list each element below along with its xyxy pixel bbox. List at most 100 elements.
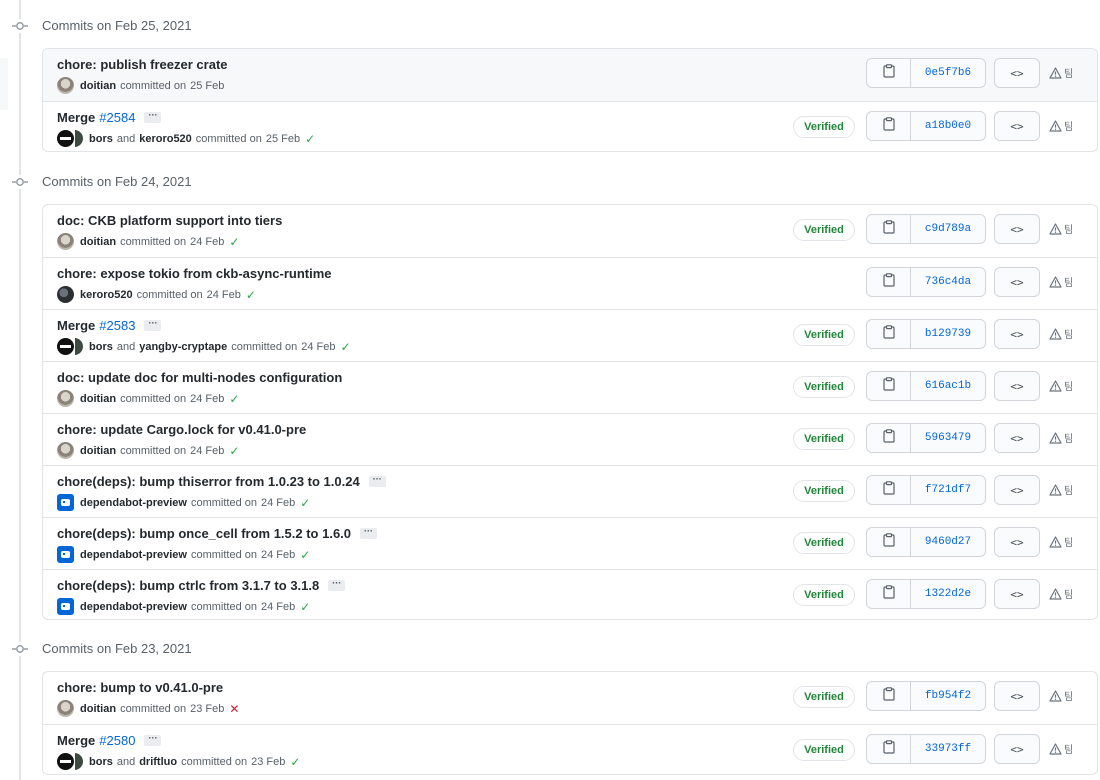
row-tools[interactable]: 팀 [1049,378,1073,393]
row-tools[interactable]: 팀 [1049,482,1073,497]
browse-repo-button[interactable]: <> [994,527,1040,557]
commit-sha-link[interactable]: 0e5f7b6 [911,59,985,87]
expand-message-button[interactable]: ··· [144,734,162,746]
check-icon[interactable]: ✓ [229,444,239,458]
copy-sha-button[interactable] [867,476,911,504]
row-tools[interactable]: 팀 [1049,118,1073,133]
commit-message-link[interactable]: chore(deps): bump ctrlc from 3.1.7 to 3.… [57,578,319,593]
row-tools[interactable]: 팀 [1049,221,1073,236]
author-link[interactable]: bors [89,341,113,353]
browse-repo-button[interactable]: <> [994,475,1040,505]
commit-sha-link[interactable]: 736c4da [911,268,985,296]
verified-badge[interactable]: Verified [793,532,855,554]
commit-message-link[interactable]: chore(deps): bump thiserror from 1.0.23 … [57,474,360,489]
row-tools[interactable]: 팀 [1049,430,1073,445]
check-icon[interactable]: ✓ [290,755,300,769]
author-link[interactable]: dependabot-preview [80,601,187,613]
check-icon[interactable]: ✓ [300,496,310,510]
author-link[interactable]: bors [89,133,113,145]
copy-sha-button[interactable] [867,112,911,140]
browse-repo-button[interactable]: <> [994,423,1040,453]
commit-message-link[interactable]: Merge [57,110,95,125]
verified-badge[interactable]: Verified [793,376,855,398]
commit-sha-link[interactable]: f721df7 [911,476,985,504]
commit-sha-link[interactable]: c9d789a [911,215,985,243]
author-link[interactable]: dependabot-preview [80,549,187,561]
commit-sha-link[interactable]: 33973ff [911,735,985,763]
commit-sha-link[interactable]: 616ac1b [911,372,985,400]
browse-repo-button[interactable]: <> [994,681,1040,711]
commit-sha-link[interactable]: 1322d2e [911,580,985,608]
verified-badge[interactable]: Verified [793,116,855,138]
commit-message-link[interactable]: chore: expose tokio from ckb-async-runti… [57,266,332,281]
copy-sha-button[interactable] [867,580,911,608]
author-link[interactable]: keroro520 [139,133,192,145]
commit-message-link[interactable]: doc: CKB platform support into tiers [57,213,282,228]
author-link[interactable]: doitian [80,393,116,405]
expand-message-button[interactable]: ··· [328,579,346,591]
check-icon[interactable]: ✓ [229,235,239,249]
commit-message-link[interactable]: chore: update Cargo.lock for v0.41.0-pre [57,422,306,437]
author-link[interactable]: dependabot-preview [80,497,187,509]
check-icon[interactable]: ✓ [341,340,351,354]
check-icon[interactable]: ✓ [300,600,310,614]
expand-message-button[interactable]: ··· [144,319,162,331]
browse-repo-button[interactable]: <> [994,319,1040,349]
copy-sha-button[interactable] [867,268,911,296]
commit-sha-link[interactable]: 9460d27 [911,528,985,556]
pull-request-link[interactable]: #2584 [99,110,135,125]
row-tools[interactable]: 팀 [1049,534,1073,549]
copy-sha-button[interactable] [867,320,911,348]
copy-sha-button[interactable] [867,424,911,452]
browse-repo-button[interactable]: <> [994,371,1040,401]
browse-repo-button[interactable]: <> [994,579,1040,609]
commit-message-link[interactable]: chore: publish freezer crate [57,57,228,72]
copy-sha-button[interactable] [867,59,911,87]
author-link[interactable]: driftluo [139,756,177,768]
copy-sha-button[interactable] [867,528,911,556]
copy-sha-button[interactable] [867,215,911,243]
check-icon[interactable]: ✓ [305,132,315,146]
check-icon[interactable]: ✓ [246,288,256,302]
author-link[interactable]: doitian [80,703,116,715]
commit-sha-link[interactable]: a18b0e0 [911,112,985,140]
row-tools[interactable]: 팀 [1049,326,1073,341]
pull-request-link[interactable]: #2580 [99,733,135,748]
x-icon[interactable]: ✕ [229,702,239,716]
author-link[interactable]: keroro520 [80,289,133,301]
author-link[interactable]: doitian [80,80,116,92]
verified-badge[interactable]: Verified [793,480,855,502]
author-link[interactable]: doitian [80,445,116,457]
expand-message-button[interactable]: ··· [360,527,378,539]
verified-badge[interactable]: Verified [793,324,855,346]
row-tools[interactable]: 팀 [1049,688,1073,703]
check-icon[interactable]: ✓ [300,548,310,562]
commit-message-link[interactable]: chore(deps): bump once_cell from 1.5.2 t… [57,526,351,541]
pull-request-link[interactable]: #2583 [99,318,135,333]
copy-sha-button[interactable] [867,682,911,710]
expand-message-button[interactable]: ··· [368,475,386,487]
author-link[interactable]: bors [89,756,113,768]
commit-message-link[interactable]: Merge [57,318,95,333]
commit-message-link[interactable]: Merge [57,733,95,748]
copy-sha-button[interactable] [867,372,911,400]
verified-badge[interactable]: Verified [793,584,855,606]
browse-repo-button[interactable]: <> [994,214,1040,244]
browse-repo-button[interactable]: <> [994,58,1040,88]
commit-sha-link[interactable]: fb954f2 [911,682,985,710]
author-link[interactable]: yangby-cryptape [139,341,227,353]
copy-sha-button[interactable] [867,735,911,763]
verified-badge[interactable]: Verified [793,219,855,241]
verified-badge[interactable]: Verified [793,739,855,761]
row-tools[interactable]: 팀 [1049,274,1073,289]
row-tools[interactable]: 팀 [1049,741,1073,756]
commit-sha-link[interactable]: 5963479 [911,424,985,452]
commit-message-link[interactable]: doc: update doc for multi-nodes configur… [57,370,342,385]
browse-repo-button[interactable]: <> [994,111,1040,141]
verified-badge[interactable]: Verified [793,686,855,708]
author-link[interactable]: doitian [80,236,116,248]
commit-sha-link[interactable]: b129739 [911,320,985,348]
verified-badge[interactable]: Verified [793,428,855,450]
row-tools[interactable]: 팀 [1049,586,1073,601]
browse-repo-button[interactable]: <> [994,267,1040,297]
